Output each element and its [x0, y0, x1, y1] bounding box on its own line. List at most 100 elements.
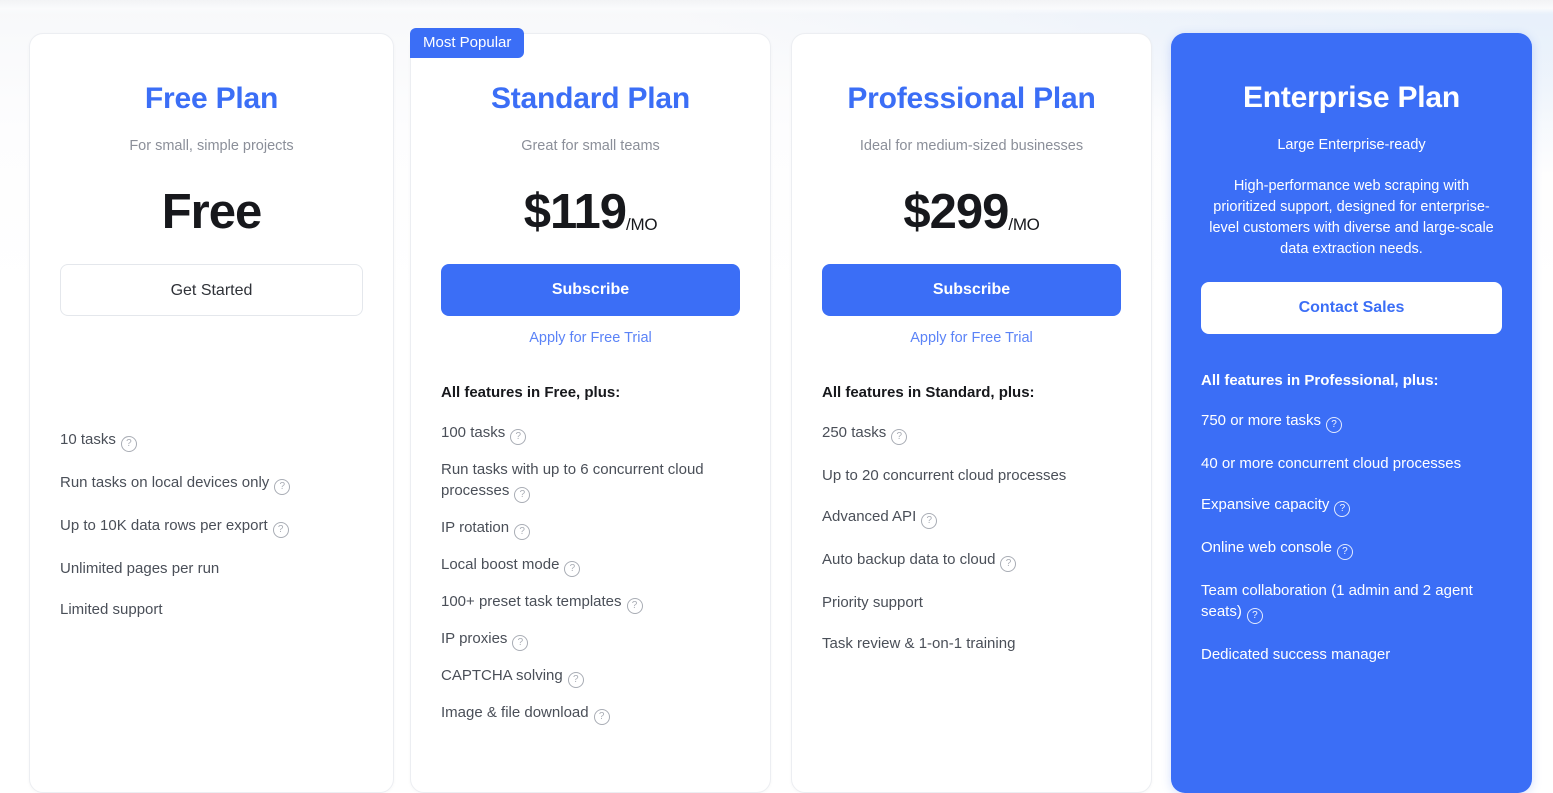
feature-label: 10 tasks [60, 431, 116, 448]
feature-label: 250 tasks [822, 424, 887, 441]
feature-label: Auto backup data to cloud [822, 551, 996, 568]
help-circle-icon[interactable]: ? [272, 522, 289, 538]
feature-label: Team collaboration (1 admin and 2 agent … [1201, 582, 1473, 620]
feature-label: IP proxies [441, 630, 508, 647]
feature-list-standard: 100 tasks? Run tasks with up to 6 concurr… [441, 422, 740, 725]
feature-label: Up to 20 concurrent cloud processes [822, 467, 1067, 484]
plan-card-professional: Professional Plan Ideal for medium-sized… [791, 33, 1152, 793]
feature-label: CAPTCHA solving [441, 667, 563, 684]
feature-label: Local boost mode [441, 556, 560, 573]
feature-item: Team collaboration (1 admin and 2 agent … [1201, 580, 1502, 624]
feature-label: Online web console [1201, 539, 1332, 556]
feature-label: Limited support [60, 601, 163, 618]
plan-card-enterprise: Enterprise Plan Large Enterprise-ready H… [1171, 33, 1532, 793]
feature-label: Image & file download [441, 704, 589, 721]
help-circle-icon[interactable]: ? [891, 429, 908, 445]
feature-label: 40 or more concurrent cloud processes [1201, 455, 1462, 472]
feature-item: CAPTCHA solving? [441, 665, 740, 688]
feature-item: 100+ preset task templates? [441, 591, 740, 614]
subscribe-button-professional[interactable]: Subscribe [822, 264, 1121, 316]
feature-label: Priority support [822, 594, 923, 611]
help-circle-icon[interactable]: ? [921, 513, 938, 529]
feature-item: Auto backup data to cloud? [822, 549, 1121, 572]
plan-price-professional: $299/MO [822, 184, 1121, 242]
help-circle-icon[interactable]: ? [1334, 501, 1351, 517]
feature-item: Image & file download? [441, 702, 740, 725]
help-circle-icon[interactable]: ? [564, 561, 581, 577]
plan-tagline-professional: Ideal for medium-sized businesses [859, 138, 1084, 154]
feature-item: 100 tasks? [441, 422, 740, 445]
help-circle-icon[interactable]: ? [512, 635, 529, 651]
plan-tagline-standard: Great for small teams [521, 138, 660, 154]
help-circle-icon[interactable]: ? [593, 709, 610, 725]
help-circle-icon[interactable]: ? [510, 429, 527, 445]
plan-price-free: Free [161, 185, 263, 239]
features-heading-professional: All features in Standard, plus: [822, 384, 1035, 401]
most-popular-badge: Most Popular [410, 28, 525, 58]
feature-label: IP rotation [441, 519, 510, 536]
help-circle-icon[interactable]: ? [274, 479, 291, 495]
plan-card-standard: Standard Plan Great for small teams $119… [410, 33, 771, 793]
feature-item: 40 or more concurrent cloud processes [1201, 453, 1502, 474]
help-circle-icon[interactable]: ? [1336, 544, 1353, 560]
feature-label: Run tasks with up to 6 concurrent cloud … [441, 461, 704, 499]
feature-item: Task review & 1-on-1 training [822, 633, 1121, 654]
feature-label: Dedicated success manager [1201, 646, 1391, 663]
feature-item: 250 tasks? [822, 422, 1121, 445]
feature-item: Run tasks on local devices only? [60, 472, 363, 495]
feature-item: Up to 10K data rows per export? [60, 515, 363, 538]
features-heading-standard: All features in Free, plus: [441, 384, 621, 401]
plan-tagline-enterprise: Large Enterprise-ready [1277, 137, 1426, 153]
price-period: /MO [626, 215, 658, 234]
feature-item: IP rotation? [441, 517, 740, 540]
feature-item: Priority support [822, 592, 1121, 613]
feature-item: Advanced API? [822, 506, 1121, 529]
price-amount: $119 [523, 185, 627, 239]
feature-label: Run tasks on local devices only [60, 474, 270, 491]
help-circle-icon[interactable]: ? [626, 598, 643, 614]
help-circle-icon[interactable]: ? [1246, 608, 1263, 624]
help-circle-icon[interactable]: ? [514, 524, 531, 540]
price-period: /MO [1008, 215, 1040, 234]
feature-item: Unlimited pages per run [60, 558, 363, 579]
feature-label: Task review & 1-on-1 training [822, 635, 1016, 652]
feature-label: 750 or more tasks [1201, 412, 1322, 429]
feature-item: IP proxies? [441, 628, 740, 651]
contact-sales-button[interactable]: Contact Sales [1201, 282, 1502, 334]
feature-item: Local boost mode? [441, 554, 740, 577]
pricing-plans-container: Free Plan For small, simple projects Fre… [0, 0, 1553, 793]
features-heading-enterprise: All features in Professional, plus: [1201, 372, 1439, 389]
feature-label: Up to 10K data rows per export [60, 517, 268, 534]
feature-item: Expansive capacity? [1201, 494, 1502, 517]
help-circle-icon[interactable]: ? [514, 487, 531, 503]
plan-title-professional: Professional Plan [847, 82, 1096, 115]
feature-item: Online web console? [1201, 537, 1502, 560]
feature-item: Run tasks with up to 6 concurrent cloud … [441, 459, 740, 503]
feature-item: 750 or more tasks? [1201, 410, 1502, 433]
plan-description-enterprise: High-performance web scraping with prior… [1209, 178, 1494, 257]
feature-label: 100 tasks [441, 424, 506, 441]
help-circle-icon[interactable]: ? [567, 672, 584, 688]
help-circle-icon[interactable]: ? [1326, 417, 1343, 433]
feature-list-professional: 250 tasks? Up to 20 concurrent cloud proc… [822, 422, 1121, 654]
feature-item: 10 tasks? [60, 429, 363, 452]
plan-title-free: Free Plan [144, 82, 279, 115]
plan-price-standard: $119/MO [441, 184, 740, 242]
feature-item: Up to 20 concurrent cloud processes [822, 465, 1121, 486]
apply-free-trial-link-standard[interactable]: Apply for Free Trial [441, 330, 740, 346]
subscribe-button-standard[interactable]: Subscribe [441, 264, 740, 316]
price-amount: $299 [903, 185, 1009, 239]
feature-label: Expansive capacity [1201, 496, 1330, 513]
feature-list-enterprise: 750 or more tasks? 40 or more concurrent … [1201, 410, 1502, 665]
feature-item: Limited support [60, 599, 363, 620]
feature-list-free: 10 tasks? Run tasks on local devices only… [60, 429, 363, 620]
feature-label: Advanced API [822, 508, 917, 525]
help-circle-icon[interactable]: ? [1000, 556, 1017, 572]
feature-label: Unlimited pages per run [60, 560, 220, 577]
feature-label: 100+ preset task templates [441, 593, 622, 610]
help-circle-icon[interactable]: ? [120, 436, 137, 452]
plan-tagline-free: For small, simple projects [129, 138, 294, 154]
get-started-button[interactable]: Get Started [60, 264, 363, 316]
apply-free-trial-link-professional[interactable]: Apply for Free Trial [822, 330, 1121, 346]
feature-item: Dedicated success manager [1201, 644, 1502, 665]
